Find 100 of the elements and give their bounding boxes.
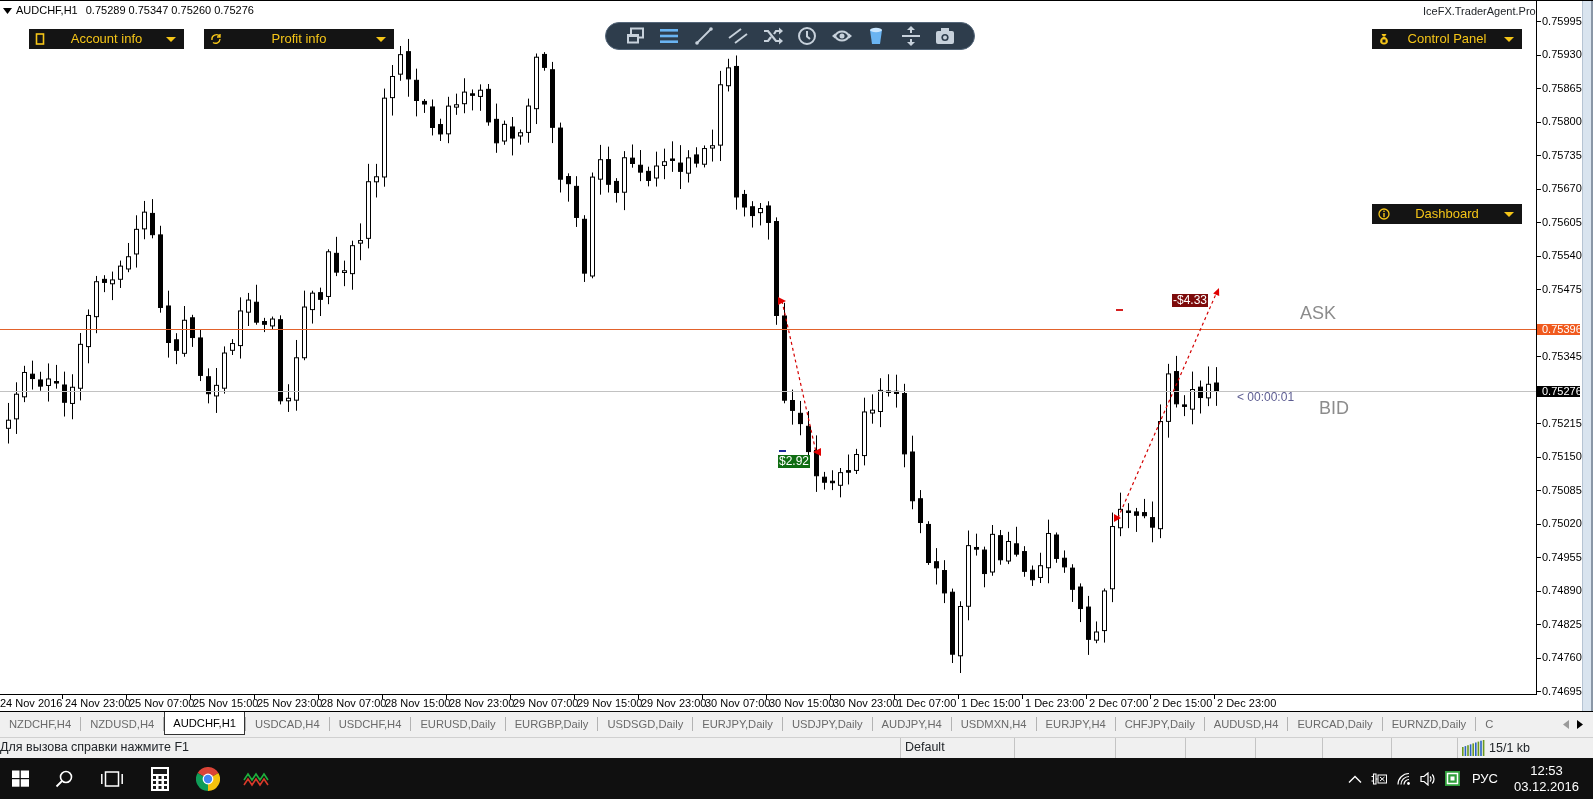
scroll-bar[interactable] (1582, 1, 1593, 711)
price-axis-label: 0.74955 (1542, 551, 1582, 564)
price-axis-label: 0.74825 (1542, 618, 1582, 631)
chart-tab[interactable]: USDSGD,Daily (598, 712, 693, 734)
chart-tab[interactable]: AUDUSD,H4 (1204, 712, 1288, 734)
price-axis-label: 0.74760 (1542, 651, 1582, 664)
time-axis-label: 25 Nov 15:00 (193, 697, 259, 710)
chart-tab[interactable]: NZDCHF,H4 (0, 712, 81, 734)
price-axis-label: 0.75930 (1542, 48, 1582, 61)
traffic-text: 15/1 kb (1489, 739, 1530, 757)
price-axis-label: 0.75475 (1542, 283, 1582, 296)
time-axis-label: 1 Dec 23:00 (1025, 697, 1085, 710)
panel-dropdown-button[interactable]: Profit info (204, 29, 394, 49)
price-quotes: 0.75289 0.75347 0.75260 0.75276 (85, 4, 254, 17)
time-axis-label: 24 Nov 2016 (0, 697, 63, 710)
panel-dropdown-button[interactable]: Account info (29, 29, 184, 49)
chart-tab[interactable]: EURJPY,Daily (693, 712, 782, 734)
price-axis-label: 0.75670 (1542, 182, 1582, 195)
price-axis-label: 0.75020 (1542, 517, 1582, 530)
caret-icon (1504, 36, 1514, 42)
time-axis-label: 30 Nov 23:00 (833, 697, 899, 710)
bid-label: BID (1319, 399, 1349, 417)
chart-symbol: AUDCHF,H1 (16, 4, 78, 17)
time-axis-label: 1 Dec 15:00 (961, 697, 1021, 710)
time-axis-label: 28 Nov 15:00 (385, 697, 451, 710)
time-axis-label: 29 Nov 23:00 (641, 697, 707, 710)
time-axis-label: 2 Dec 15:00 (1153, 697, 1213, 710)
price-axis-label: 0.75605 (1542, 216, 1582, 229)
signal-bars-icon (1462, 740, 1485, 756)
time-axis-label: 28 Nov 07:00 (321, 697, 387, 710)
price-axis-label: 0.74695 (1542, 685, 1582, 698)
trade-profit-label: -$4.33 (1172, 294, 1209, 307)
chart-tab[interactable]: AUDCHF,H1 (164, 712, 245, 735)
caret-icon (1504, 211, 1514, 217)
money-bag-icon (1378, 33, 1390, 45)
taskbar-time[interactable]: 12:53 (1530, 762, 1563, 779)
time-axis-label: 25 Nov 23:00 (257, 697, 323, 710)
chart-tab[interactable]: EURJPY,H4 (1036, 712, 1115, 734)
taskbar-date[interactable]: 03.12.2016 (1513, 778, 1579, 795)
time-axis-label: 2 Dec 23:00 (1217, 697, 1277, 710)
price-axis-label: 0.75540 (1542, 249, 1582, 262)
scroll-right-icon[interactable] (1577, 720, 1583, 729)
refresh-icon (210, 33, 222, 45)
calculator-icon[interactable] (151, 766, 169, 791)
chart-tab[interactable]: EURUSD,Daily (411, 712, 505, 734)
price-axis-label: 0.75800 (1542, 115, 1582, 128)
status-help-text: Для вызова справки нажмите F1 (0, 740, 189, 754)
chart-tab[interactable]: USDCAD,H4 (245, 712, 329, 734)
browser-icon[interactable] (196, 766, 220, 791)
price-axis-label: 0.75150 (1542, 450, 1582, 463)
chevron-up-icon[interactable] (1347, 774, 1362, 783)
profile-name: Default (905, 740, 945, 754)
chart-tab[interactable]: C (1476, 712, 1497, 734)
time-axis-label: 29 Nov 15:00 (577, 697, 643, 710)
panel-dropdown-button[interactable]: Control Panel (1372, 29, 1522, 49)
language-indicator[interactable]: РУС (1471, 768, 1498, 789)
brand-text: IceFX.TraderAgent.Pro (1423, 5, 1536, 18)
price-axis-label: 0.75865 (1542, 82, 1582, 95)
chart-tab[interactable]: USDJPY,Daily (782, 712, 872, 734)
task-view-icon[interactable] (101, 770, 123, 787)
card-icon (35, 33, 47, 45)
time-axis-label: 2 Dec 07:00 (1089, 697, 1149, 710)
chart-tab[interactable]: USDCHF,H4 (329, 712, 411, 734)
time-axis-label: 30 Nov 07:00 (705, 697, 771, 710)
chart-tab[interactable]: USDMXN,H4 (951, 712, 1036, 734)
wifi-icon[interactable] (1396, 772, 1411, 785)
chart-tab[interactable]: AUDJPY,H4 (872, 712, 951, 734)
time-axis-label: 1 Dec 07:00 (897, 697, 957, 710)
bar-countdown: < 00:00:01 (1237, 391, 1295, 404)
caret-icon[interactable] (3, 7, 12, 14)
caret-icon (166, 36, 176, 42)
ask-label: ASK (1300, 304, 1337, 322)
power-plug-icon[interactable] (1370, 772, 1387, 785)
price-axis-label: 0.75735 (1542, 149, 1582, 162)
order-marker-icon (1116, 309, 1123, 311)
time-axis-label: 30 Nov 15:00 (769, 697, 835, 710)
square-app-icon[interactable] (1444, 771, 1460, 786)
search-icon[interactable] (55, 769, 73, 788)
trade-profit-label: $2.92 (778, 455, 811, 468)
time-axis-label: 25 Nov 07:00 (129, 697, 195, 710)
info-icon (1378, 208, 1390, 220)
time-axis-label: 28 Nov 23:00 (449, 697, 515, 710)
start-icon[interactable] (11, 770, 29, 787)
price-axis-label: 0.75995 (1542, 15, 1582, 28)
wave-chart-icon[interactable] (243, 770, 269, 787)
chart-tab[interactable]: CHFJPY,Daily (1115, 712, 1204, 734)
chart-tab[interactable]: EURGBP,Daily (505, 712, 598, 734)
price-axis-label: 0.74890 (1542, 584, 1582, 597)
order-marker-icon (779, 450, 786, 452)
price-axis-label: 0.75085 (1542, 484, 1582, 497)
price-axis-label: 0.75215 (1542, 417, 1582, 430)
chart-tab[interactable]: NZDUSD,H4 (81, 712, 164, 734)
caret-icon (376, 36, 386, 42)
panel-dropdown-button[interactable]: Dashboard (1372, 204, 1522, 224)
chart-tab[interactable]: EURCAD,Daily (1288, 712, 1382, 734)
chart-tab[interactable]: EURNZD,Daily (1382, 712, 1476, 734)
time-axis-label: 24 Nov 23:00 (65, 697, 131, 710)
volume-icon[interactable] (1419, 771, 1436, 786)
time-axis-label: 29 Nov 07:00 (513, 697, 579, 710)
price-axis-label: 0.75345 (1542, 350, 1582, 363)
